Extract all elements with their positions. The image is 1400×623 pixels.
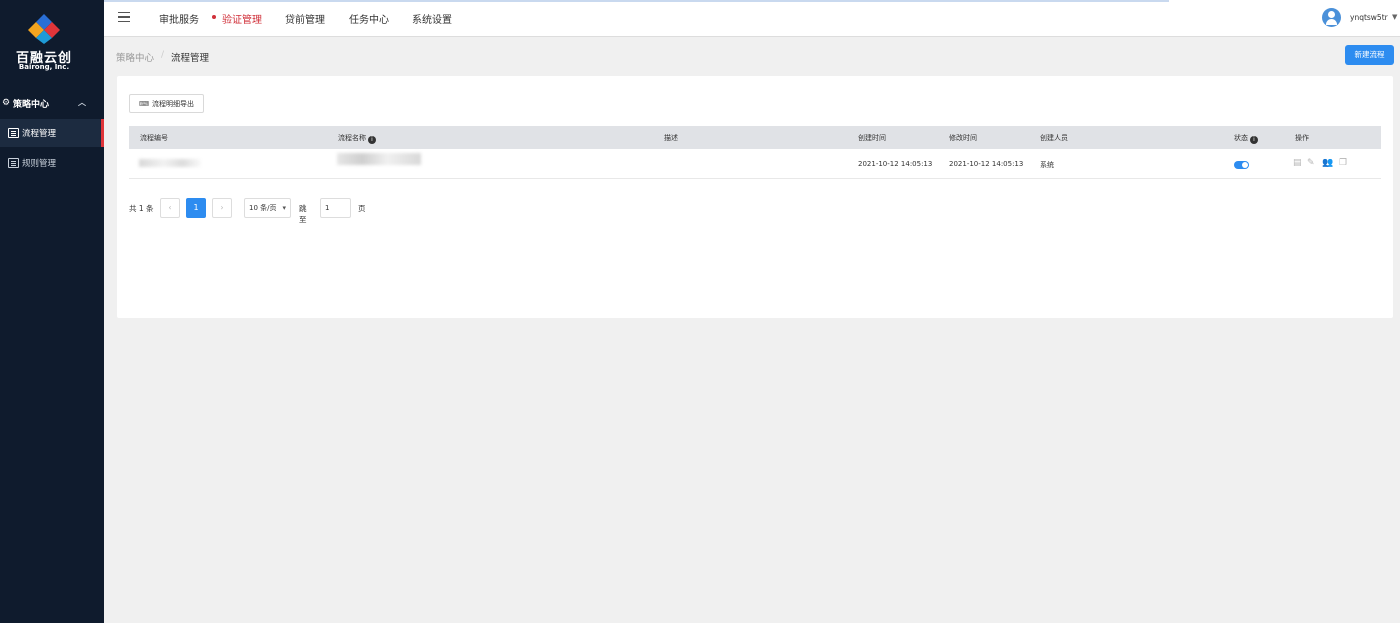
page-size-value: 10 条/页 xyxy=(249,204,277,212)
column-header-name-label: 流程名称 xyxy=(338,134,366,142)
brand-subtitle: Bairong, Inc. xyxy=(18,63,70,71)
flow-list-card: ⌨ 流程明细导出 流程编号 流程名称 i 描述 创建时间 修改时间 创建人员 状态… xyxy=(117,76,1393,318)
new-flow-button[interactable]: 新建流程 xyxy=(1345,45,1394,65)
bulb-icon: ⚙ xyxy=(1,98,11,108)
edit-icon[interactable]: ✎ xyxy=(1307,158,1315,168)
sidebar-item-flow-management[interactable]: 流程管理 xyxy=(0,119,104,147)
sidebar-item-rule-management[interactable]: 规则管理 xyxy=(0,149,104,177)
column-header-created: 创建时间 xyxy=(858,134,886,142)
table-header: 流程编号 流程名称 i 描述 创建时间 修改时间 创建人员 状态 i 操作 xyxy=(129,126,1381,149)
topnav-verification-management[interactable]: 验证管理 xyxy=(222,11,262,26)
cell-modified-time: 2021-10-12 14:05:13 xyxy=(949,160,1024,168)
table-row: 2021-10-12 14:05:13 2021-10-12 14:05:13 … xyxy=(129,149,1381,179)
username[interactable]: ynqtsw5tr xyxy=(1350,13,1388,22)
cell-created-time: 2021-10-12 14:05:13 xyxy=(858,160,933,168)
export-icon: ⌨ xyxy=(138,99,150,108)
topnav-approval-service[interactable]: 审批服务 xyxy=(159,11,199,26)
page-button-1[interactable]: 1 xyxy=(186,198,206,218)
topnav-task-center[interactable]: 任务中心 xyxy=(349,11,389,26)
export-button-label: 流程明细导出 xyxy=(152,99,195,108)
sidebar-item-label: 流程管理 xyxy=(22,129,57,139)
file-icon[interactable]: ▤ xyxy=(1293,158,1302,168)
topnav-system-settings[interactable]: 系统设置 xyxy=(412,11,452,26)
next-page-button[interactable]: › xyxy=(212,198,232,218)
chevron-up-icon: ︿ xyxy=(78,98,86,107)
breadcrumb-separator: / xyxy=(161,50,165,60)
goto-page-input[interactable]: 1 xyxy=(320,198,351,218)
breadcrumb-parent[interactable]: 策略中心 xyxy=(116,50,154,64)
document-icon xyxy=(8,128,19,138)
info-icon[interactable]: i xyxy=(368,136,376,144)
loading-bar xyxy=(104,0,1169,2)
sidebar-group-strategy[interactable]: ⚙ 策略中心 ︿ xyxy=(0,92,104,114)
avatar[interactable] xyxy=(1322,8,1341,27)
cell-creator: 系统 xyxy=(1040,161,1054,169)
flow-name-redacted xyxy=(337,153,421,165)
breadcrumb-current: 流程管理 xyxy=(171,53,210,64)
column-header-desc: 描述 xyxy=(664,134,678,142)
prev-page-button[interactable]: ‹ xyxy=(160,198,180,218)
document-icon xyxy=(8,158,19,168)
flow-id-redacted xyxy=(139,159,201,167)
sidebar-group-label: 策略中心 xyxy=(13,99,50,110)
info-icon[interactable]: i xyxy=(1250,136,1258,144)
copy-icon[interactable]: ❐ xyxy=(1339,158,1347,168)
sidebar: 百融云创 Bairong, Inc. ⚙ 策略中心 ︿ 流程管理 规则管理 xyxy=(0,0,104,623)
column-header-modified: 修改时间 xyxy=(949,134,977,142)
logo-mark-icon xyxy=(28,14,60,44)
pagination-total: 共 1 条 xyxy=(129,204,154,213)
top-bar: 审批服务 验证管理 贷前管理 任务中心 系统设置 ynqtsw5tr ▼ xyxy=(104,0,1400,37)
page-size-select[interactable]: 10 条/页 ▾ xyxy=(244,198,291,218)
goto-label: 跳至 xyxy=(299,204,307,224)
sidebar-item-label: 规则管理 xyxy=(22,159,57,169)
column-header-actions: 操作 xyxy=(1295,134,1309,142)
column-header-status: 状态 i xyxy=(1234,133,1258,144)
column-header-name: 流程名称 i xyxy=(338,133,376,144)
caret-down-icon: ▾ xyxy=(282,204,286,212)
hamburger-icon[interactable] xyxy=(118,12,130,22)
active-dot-icon xyxy=(212,15,216,19)
users-icon[interactable]: 👥 xyxy=(1322,158,1333,168)
column-header-status-label: 状态 xyxy=(1234,134,1248,142)
page-unit-label: 页 xyxy=(358,204,366,213)
topnav-pre-loan-management[interactable]: 贷前管理 xyxy=(285,11,325,26)
column-header-id: 流程编号 xyxy=(140,134,168,142)
caret-down-icon[interactable]: ▼ xyxy=(1392,13,1397,21)
status-toggle[interactable] xyxy=(1234,161,1249,169)
brand-logo: 百融云创 Bairong, Inc. xyxy=(14,14,74,74)
export-button[interactable]: ⌨ 流程明细导出 xyxy=(129,94,204,113)
column-header-creator: 创建人员 xyxy=(1040,134,1068,142)
